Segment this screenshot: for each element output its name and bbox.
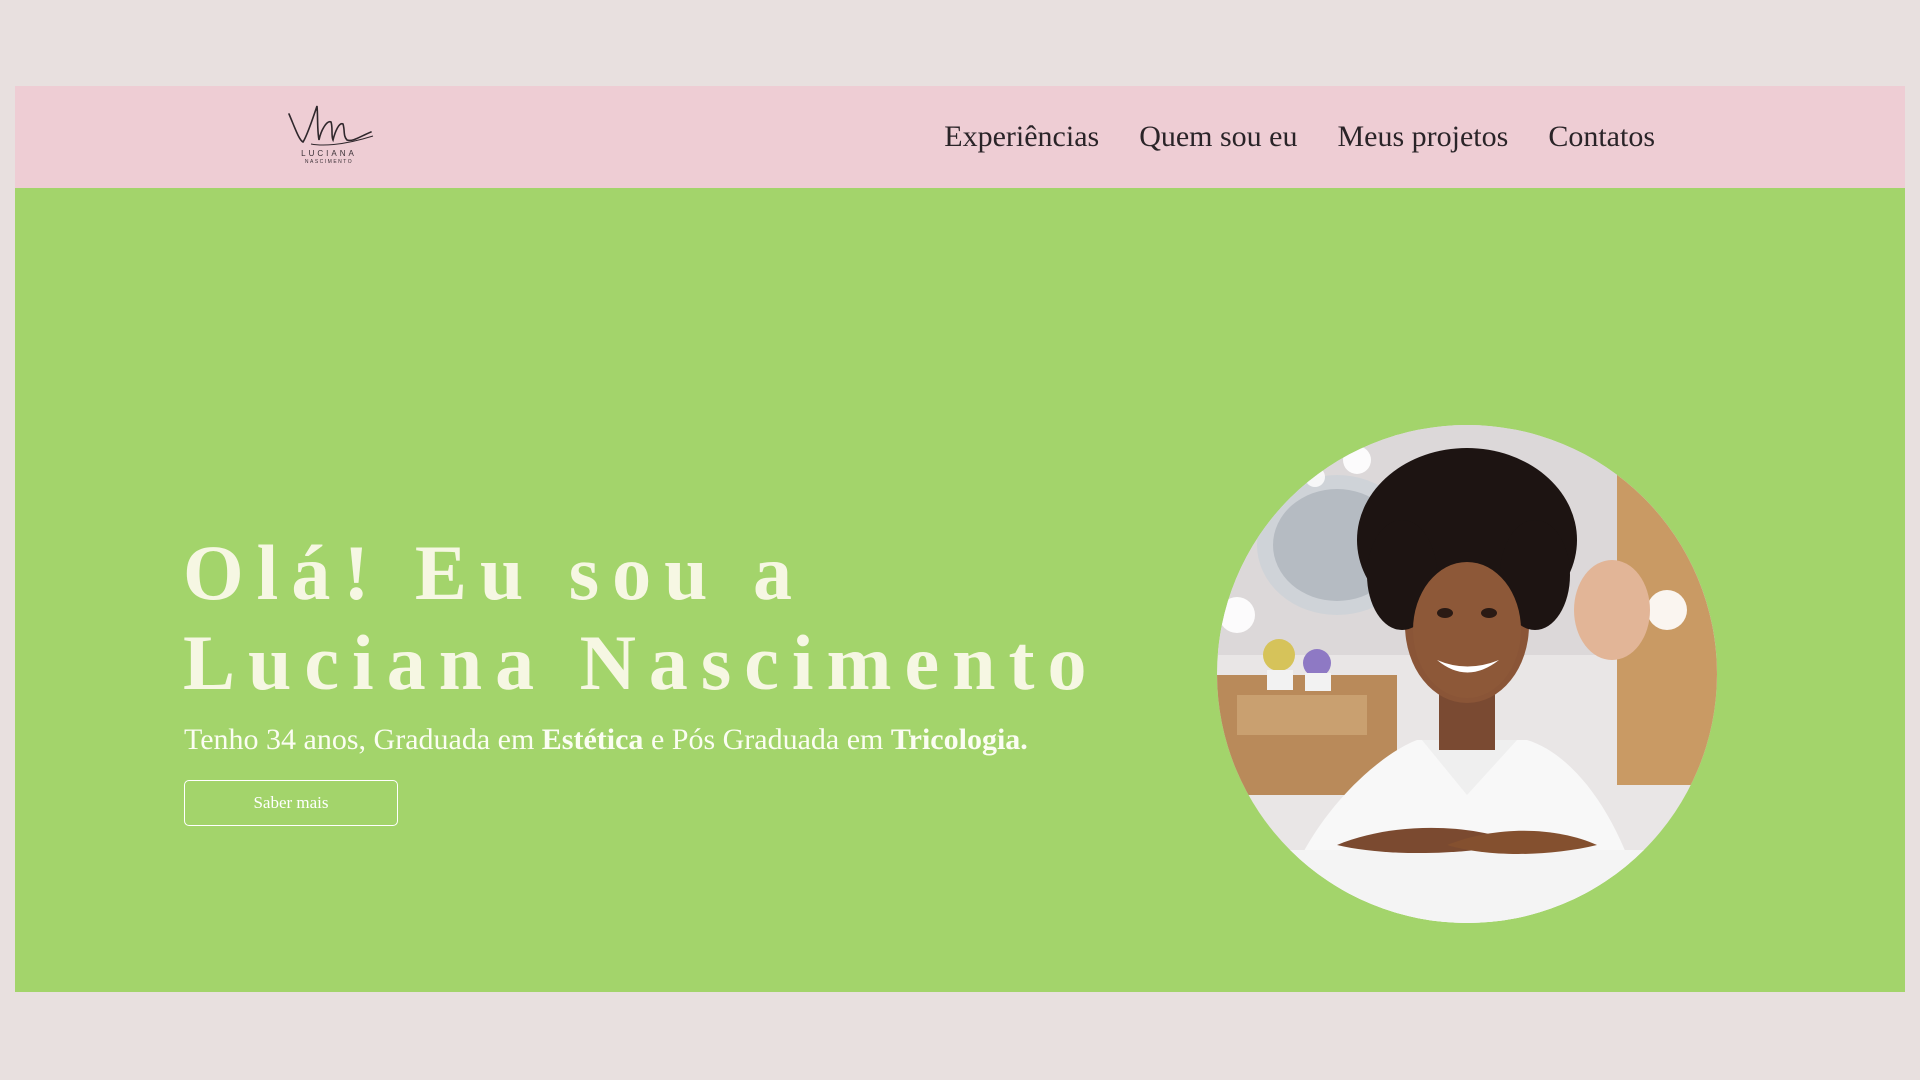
hero-subtitle-tricologia: Tricologia. [890, 723, 1028, 756]
logo-name: LUCIANA [301, 149, 357, 158]
nav-link-contatos[interactable]: Contatos [1548, 120, 1655, 154]
signature-monogram-icon [288, 105, 374, 146]
hero-title-line-2: Luciana Nascimento [183, 619, 1100, 706]
nav-link-meus-projetos[interactable]: Meus projetos [1338, 120, 1509, 154]
logo[interactable]: LUCIANA NASCIMENTO [281, 100, 377, 174]
portrait-illustration [1217, 425, 1717, 923]
hero-title: Olá! Eu sou a Luciana Nascimento [183, 528, 1100, 708]
portrait-photo [1217, 425, 1717, 923]
hero-section: Olá! Eu sou a Luciana Nascimento Tenho 3… [15, 188, 1905, 992]
logo-subtitle: NASCIMENTO [304, 159, 354, 165]
hero-subtitle-part-2: e Pós Graduada em [643, 723, 891, 756]
hero-subtitle: Tenho 34 anos, Graduada em Estética e Pó… [184, 723, 1028, 757]
hero-title-line-1: Olá! Eu sou a [183, 529, 805, 616]
hero-subtitle-part-1: Tenho 34 anos, Graduada em [184, 723, 542, 756]
page: LUCIANA NASCIMENTO Experiências Quem sou… [0, 0, 1920, 1080]
saber-mais-button[interactable]: Saber mais [184, 780, 398, 826]
hero-subtitle-estetica: Estética [541, 723, 644, 756]
site-header: LUCIANA NASCIMENTO Experiências Quem sou… [15, 86, 1905, 188]
main-nav: Experiências Quem sou eu Meus projetos C… [944, 86, 1655, 188]
nav-link-experiencias[interactable]: Experiências [944, 120, 1099, 154]
nav-link-quem-sou-eu[interactable]: Quem sou eu [1139, 120, 1297, 154]
